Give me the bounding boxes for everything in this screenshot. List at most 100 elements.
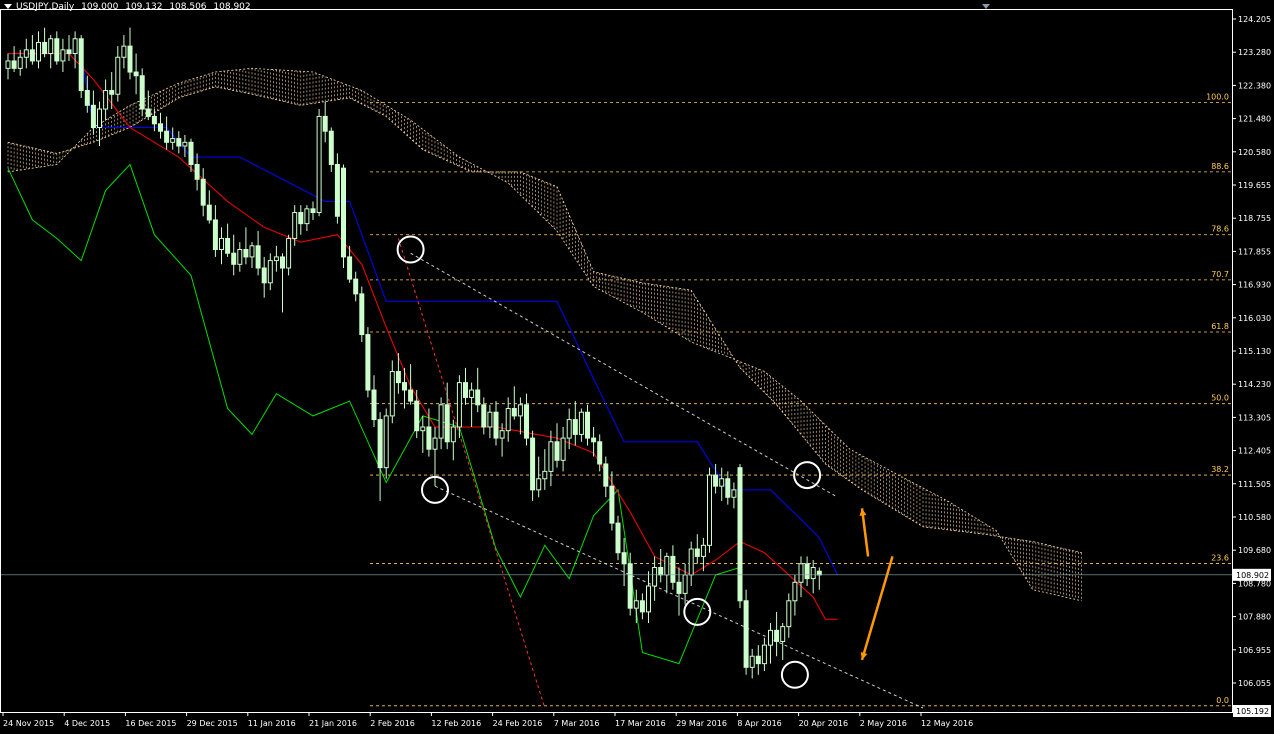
candle-body <box>90 104 96 129</box>
candle-body <box>292 212 298 239</box>
candle-body <box>591 437 597 443</box>
candle-body <box>560 437 566 461</box>
candle-body <box>511 408 517 417</box>
candle-body <box>194 163 200 180</box>
candle-body <box>450 426 456 443</box>
candle-body <box>603 463 609 487</box>
candle-body <box>554 441 560 461</box>
candle-body <box>719 478 725 487</box>
candle-body <box>219 237 224 251</box>
candle-body <box>42 41 48 55</box>
candle-body <box>798 563 804 583</box>
candle-body <box>731 489 737 498</box>
candle-body <box>676 581 682 594</box>
y-tick-label: 116.930 <box>1238 281 1271 290</box>
candle-body <box>395 371 401 384</box>
candle-body <box>365 334 371 391</box>
candle-body <box>322 115 328 132</box>
candle-body <box>334 163 340 217</box>
fib-level-label: 61.8 <box>1211 322 1229 331</box>
candle-body <box>658 567 664 576</box>
y-tick-label: 119.655 <box>1238 181 1271 190</box>
x-tick-label: 8 Apr 2016 <box>737 719 781 728</box>
candle-body <box>615 522 621 554</box>
candle-body <box>493 411 499 439</box>
candle-body <box>566 419 572 439</box>
fib-level-label: 78.6 <box>1211 225 1229 234</box>
candle-body <box>115 56 121 95</box>
candle-body <box>664 555 670 576</box>
x-tick-label: 24 Nov 2015 <box>3 719 54 728</box>
candle-body <box>17 56 23 69</box>
candle-body <box>286 237 292 269</box>
candle-body <box>639 600 645 613</box>
candle-body <box>530 437 536 491</box>
candle-body <box>737 467 743 602</box>
y-tick-label: 124.205 <box>1238 15 1271 24</box>
candle-body <box>97 108 102 129</box>
senkou-span-b <box>7 67 1082 602</box>
candle-body <box>804 563 810 580</box>
candle-body <box>438 404 444 439</box>
candle-body <box>310 208 316 214</box>
candle-body <box>158 123 163 132</box>
candle-body <box>810 567 816 580</box>
candle-body <box>383 415 389 469</box>
candle-body <box>548 441 554 472</box>
candle-body <box>505 408 511 432</box>
candle-body <box>353 278 359 295</box>
candle-body <box>749 655 755 668</box>
candle-body <box>60 49 66 62</box>
current-price-label: 108.902 <box>1236 571 1269 580</box>
candle-body <box>536 478 542 491</box>
x-tick-label: 4 Dec 2015 <box>64 719 110 728</box>
candle-body <box>713 474 719 487</box>
candle-body <box>359 293 365 336</box>
candle-body <box>176 138 182 147</box>
candle-body <box>103 90 109 110</box>
candle-body <box>542 470 548 480</box>
candle-body <box>78 38 84 92</box>
y-tick-label: 115.130 <box>1238 347 1271 356</box>
candle-body <box>371 389 377 421</box>
candle-body <box>481 404 487 428</box>
y-tick-label: 116.030 <box>1238 314 1271 323</box>
candle-body <box>761 644 767 665</box>
candle-body <box>597 441 603 465</box>
candle-body <box>261 267 267 284</box>
candle-body <box>499 430 505 439</box>
candle-body <box>5 60 11 69</box>
x-tick-label: 12 May 2016 <box>921 719 973 728</box>
trend-line <box>410 252 838 498</box>
fib-level-label: 38.2 <box>1211 465 1229 474</box>
y-tick-label: 114.230 <box>1238 380 1271 389</box>
candle-body <box>792 581 798 602</box>
candle-body <box>109 90 115 95</box>
candle-body <box>170 138 176 143</box>
x-tick-label: 17 Mar 2016 <box>615 719 666 728</box>
candle-body <box>725 478 731 498</box>
candle-body <box>243 249 249 258</box>
candle-body <box>389 371 395 417</box>
y-tick-label: 120.580 <box>1238 148 1271 157</box>
tenkan-sen-line <box>8 53 838 620</box>
y-tick-label: 106.955 <box>1238 646 1271 655</box>
candle-body <box>768 629 773 646</box>
candle-body <box>402 382 407 391</box>
candle-body <box>414 400 420 432</box>
candle-body <box>707 474 712 546</box>
candle-body <box>426 426 432 450</box>
candle-body <box>585 411 590 439</box>
price-chart[interactable]: 100.0 88.6 78.6 70.7 61.8 50.0 38.2 23.6 0.0 124.… <box>0 0 1274 734</box>
y-tick-label: 121.480 <box>1238 115 1271 124</box>
x-tick-label: 11 Jan 2016 <box>248 719 296 728</box>
candle-body <box>347 256 353 280</box>
y-tick-label: 110.580 <box>1238 513 1271 522</box>
candle-body <box>377 419 383 469</box>
candle-body <box>231 252 237 265</box>
candle-body <box>432 437 438 450</box>
fib-level-label: 0.0 <box>1216 696 1229 705</box>
x-tick-label: 24 Feb 2016 <box>493 719 543 728</box>
x-tick-label: 29 Dec 2015 <box>187 719 238 728</box>
scroll-marker-icon <box>982 4 990 9</box>
